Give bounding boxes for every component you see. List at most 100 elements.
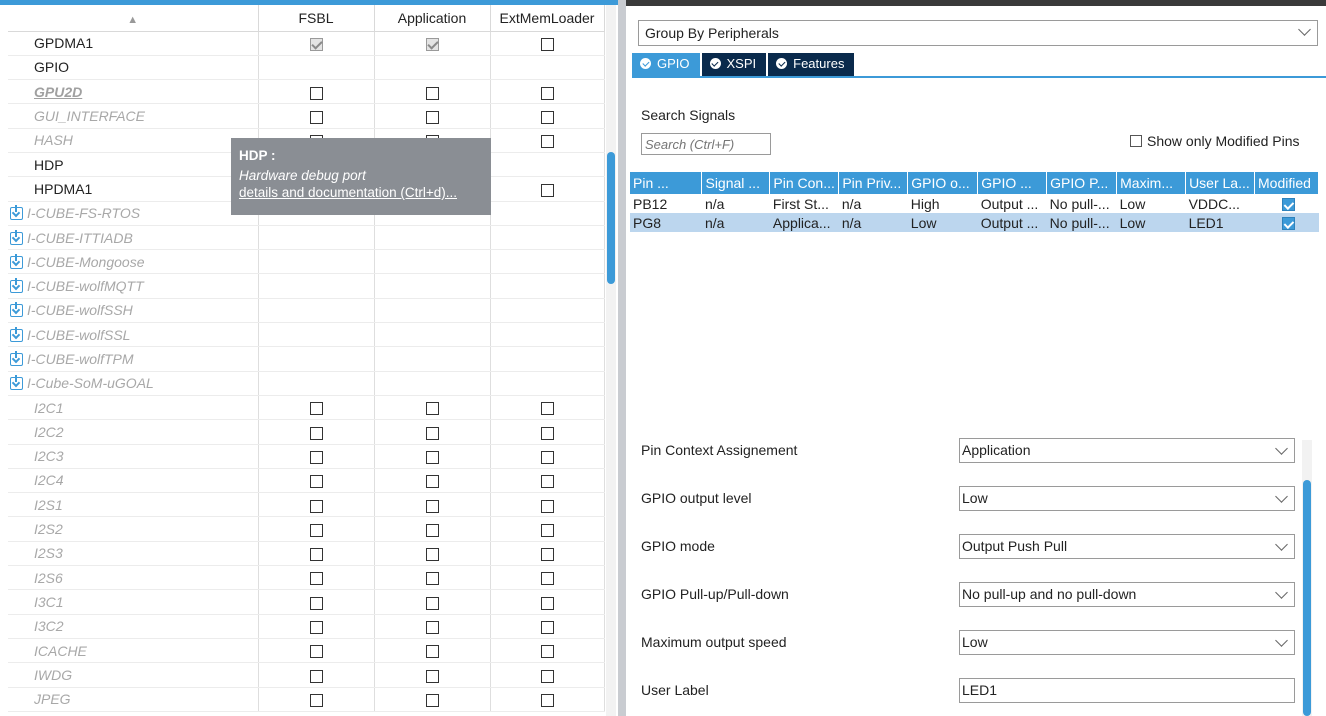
sort-column-header[interactable]: ▲ [8, 5, 259, 32]
group-by-select[interactable]: Group By Peripherals [638, 20, 1318, 46]
column-header-application[interactable]: Application [374, 5, 491, 32]
context-checkbox-app[interactable] [425, 475, 439, 489]
context-checkbox-ext[interactable] [540, 621, 554, 635]
context-checkbox-fsbl[interactable] [309, 548, 323, 562]
context-checkbox-app[interactable] [425, 693, 439, 707]
context-checkbox-app[interactable] [425, 499, 439, 513]
properties-scrollbar[interactable] [1302, 440, 1312, 716]
peripheral-name-cell[interactable]: HDP [8, 152, 259, 178]
context-checkbox-ext[interactable] [540, 645, 554, 659]
peripheral-row-i-cube-ittiadb[interactable]: I-CUBE-ITTIADB [8, 225, 605, 251]
context-checkbox-ext[interactable] [540, 135, 554, 149]
peripheral-name-cell[interactable]: ICACHE [8, 638, 259, 664]
peripheral-name-cell[interactable]: I-CUBE-wolfMQTT [8, 273, 259, 299]
scrollbar-thumb[interactable] [1303, 480, 1311, 716]
peripheral-name-cell[interactable]: IWDG [8, 662, 259, 688]
property-select-gpio-pull-up-pull-down[interactable]: No pull-up and no pull-down [959, 582, 1295, 607]
context-checkbox-ext[interactable] [540, 37, 554, 51]
peripheral-name-cell[interactable]: I2C2 [8, 419, 259, 445]
peripheral-name-cell[interactable]: I-Cube-SoM-uGOAL [8, 371, 259, 396]
peripheral-row-i-cube-som-ugoal[interactable]: I-Cube-SoM-uGOAL [8, 371, 605, 396]
context-checkbox-ext[interactable] [540, 548, 554, 562]
peripheral-row-gpu2d[interactable]: GPU2D [8, 79, 605, 105]
context-checkbox-app[interactable] [425, 645, 439, 659]
signal-column-header-3[interactable]: Pin Priv... [838, 172, 909, 194]
property-select-gpio-output-level[interactable]: Low [959, 486, 1295, 511]
signal-column-header-7[interactable]: Maxim... [1116, 172, 1187, 194]
peripheral-row-i2c4[interactable]: I2C4 [8, 468, 605, 494]
property-input-user-label[interactable]: LED1 [959, 678, 1295, 703]
property-select-gpio-mode[interactable]: Output Push Pull [959, 534, 1295, 559]
context-checkbox-ext[interactable] [540, 572, 554, 586]
peripheral-name-cell[interactable]: GPDMA1 [8, 31, 259, 56]
show-modified-pins-checkbox[interactable]: Show only Modified Pins [1130, 133, 1300, 149]
context-checkbox-ext[interactable] [540, 110, 554, 124]
peripheral-row-i3c1[interactable]: I3C1 [8, 589, 605, 615]
signal-column-header-1[interactable]: Signal ... [701, 172, 771, 194]
peripheral-row-i2s6[interactable]: I2S6 [8, 565, 605, 591]
context-checkbox-fsbl[interactable] [309, 426, 323, 440]
peripheral-name-cell[interactable]: GPIO [8, 55, 259, 81]
property-select-pin-context-assignement[interactable]: Application [959, 438, 1295, 463]
column-header-fsbl[interactable]: FSBL [258, 5, 375, 32]
peripheral-name-cell[interactable]: GUI_INTERFACE [8, 103, 259, 129]
signal-column-header-4[interactable]: GPIO o... [907, 172, 979, 194]
peripheral-name-cell[interactable]: I-CUBE-wolfSSL [8, 322, 259, 348]
peripheral-row-i-cube-wolfssh[interactable]: I-CUBE-wolfSSH [8, 298, 605, 324]
context-checkbox-ext[interactable] [540, 86, 554, 100]
peripheral-row-i2c3[interactable]: I2C3 [8, 444, 605, 469]
peripheral-name-cell[interactable]: HPDMA1 [8, 176, 259, 202]
context-checkbox-fsbl[interactable] [309, 596, 323, 610]
peripheral-name-cell[interactable]: I3C1 [8, 589, 259, 615]
peripheral-name-cell[interactable]: I-CUBE-FS-RTOS [8, 201, 259, 226]
context-checkbox-fsbl[interactable] [309, 572, 323, 586]
context-checkbox-fsbl[interactable] [309, 669, 323, 683]
peripheral-row-icache[interactable]: ICACHE [8, 638, 605, 664]
peripheral-name-cell[interactable]: I-CUBE-wolfSSH [8, 298, 259, 324]
peripheral-row-i2s2[interactable]: I2S2 [8, 516, 605, 542]
signal-row[interactable]: PG8 n/a Applica... n/a Low Output ... No pull-… [630, 213, 1319, 232]
tab-features[interactable]: Features [768, 53, 855, 76]
peripheral-row-gui-interface[interactable]: GUI_INTERFACE [8, 103, 605, 129]
context-checkbox-app[interactable] [425, 450, 439, 464]
peripheral-row-i3c2[interactable]: I3C2 [8, 614, 605, 639]
context-checkbox-ext[interactable] [540, 426, 554, 440]
signal-row[interactable]: PB12 n/a First St... n/a High Output ... No pu… [630, 194, 1319, 213]
context-checkbox-app[interactable] [425, 669, 439, 683]
peripheral-name-cell[interactable]: I2S2 [8, 516, 259, 542]
context-checkbox-ext[interactable] [540, 596, 554, 610]
scrollbar-thumb[interactable] [607, 152, 615, 284]
context-checkbox-app[interactable] [425, 523, 439, 537]
context-checkbox-ext[interactable] [540, 499, 554, 513]
context-checkbox-fsbl[interactable] [309, 86, 323, 100]
peripheral-name-cell[interactable]: JPEG [8, 687, 259, 712]
context-checkbox-app[interactable] [425, 596, 439, 610]
peripheral-row-i2s3[interactable]: I2S3 [8, 541, 605, 567]
context-checkbox-app[interactable] [425, 426, 439, 440]
pane-splitter[interactable] [618, 0, 626, 716]
peripheral-row-i-cube-wolfssl[interactable]: I-CUBE-wolfSSL [8, 322, 605, 348]
peripheral-name-cell[interactable]: HASH [8, 128, 259, 153]
context-checkbox-fsbl[interactable] [309, 402, 323, 416]
peripheral-row-i-cube-wolfmqtt[interactable]: I-CUBE-wolfMQTT [8, 273, 605, 299]
peripheral-row-i-cube-wolftpm[interactable]: I-CUBE-wolfTPM [8, 346, 605, 372]
signal-column-header-0[interactable]: Pin ... [630, 172, 703, 194]
context-checkbox-app[interactable] [425, 110, 439, 124]
peripheral-row-iwdg[interactable]: IWDG [8, 662, 605, 688]
peripheral-name-cell[interactable]: I2C4 [8, 468, 259, 494]
context-checkbox-fsbl[interactable] [309, 523, 323, 537]
peripheral-row-gpdma1[interactable]: GPDMA1 [8, 31, 605, 56]
context-checkbox-app[interactable] [425, 548, 439, 562]
peripheral-name-cell[interactable]: I-CUBE-Mongoose [8, 249, 259, 275]
tab-gpio[interactable]: GPIO [632, 53, 700, 76]
peripheral-name-cell[interactable]: I3C2 [8, 614, 259, 639]
peripheral-row-jpeg[interactable]: JPEG [8, 687, 605, 712]
peripheral-row-i-cube-mongoose[interactable]: I-CUBE-Mongoose [8, 249, 605, 275]
signal-column-header-5[interactable]: GPIO ... [977, 172, 1048, 194]
context-checkbox-ext[interactable] [540, 475, 554, 489]
context-checkbox-ext[interactable] [540, 693, 554, 707]
context-checkbox-fsbl[interactable] [309, 499, 323, 513]
context-checkbox-ext[interactable] [540, 669, 554, 683]
context-checkbox-ext[interactable] [540, 523, 554, 537]
context-checkbox-fsbl[interactable] [309, 110, 323, 124]
